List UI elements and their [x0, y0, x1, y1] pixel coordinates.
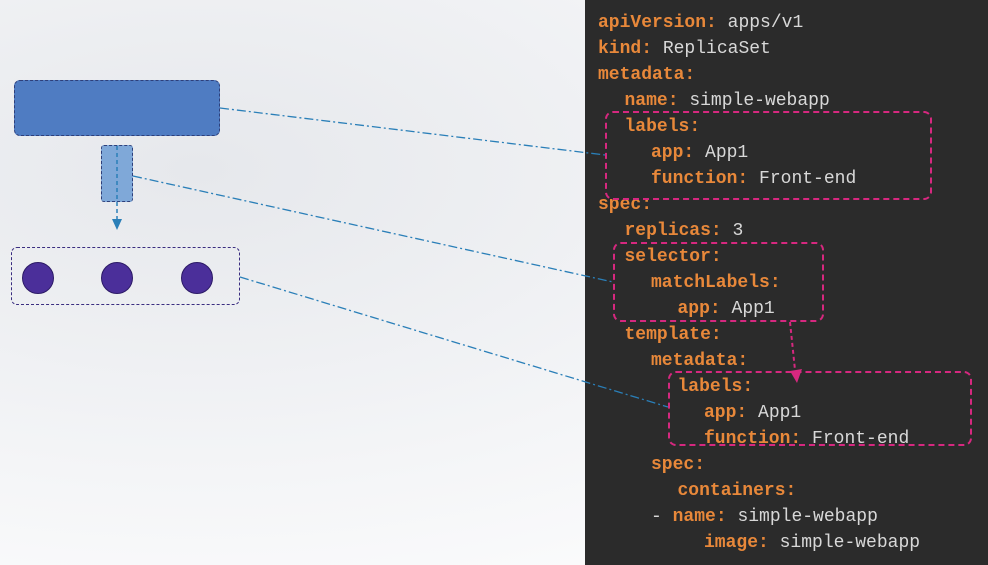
yaml-colon: :: [710, 221, 722, 241]
yaml-line: - name: simple-webapp: [651, 504, 878, 530]
replicaset-box: [14, 80, 220, 136]
metadata-labels-highlight: [605, 111, 932, 200]
yaml-key: metadata: [598, 65, 685, 85]
yaml-key: containers: [677, 481, 786, 501]
template-labels-highlight: [668, 371, 972, 446]
yaml-key: spec: [651, 455, 695, 475]
yaml-line: apiVersion: apps/v1: [598, 10, 803, 36]
yaml-value: ReplicaSet: [652, 39, 771, 59]
yaml-colon: :: [706, 13, 717, 33]
yaml-key: template: [624, 325, 711, 345]
yaml-key: kind: [598, 39, 642, 59]
yaml-line: template:: [625, 322, 722, 348]
yaml-line: replicas: 3: [625, 218, 744, 244]
yaml-colon: :: [667, 91, 679, 111]
yaml-colon: :: [684, 65, 696, 85]
selector-box: [101, 145, 133, 202]
yaml-colon: :: [710, 325, 722, 345]
yaml-key: image: [704, 533, 759, 553]
connector-replicaset-to-labels: [219, 107, 606, 156]
selector-highlight: [613, 242, 824, 322]
yaml-colon: :: [715, 507, 727, 527]
diagram-canvas: apiVersion: apps/v1 kind: ReplicaSet metad…: [0, 0, 988, 565]
yaml-key: name: [672, 507, 716, 527]
yaml-line: spec:: [651, 452, 705, 478]
yaml-value: simple-webapp: [726, 507, 878, 527]
yaml-line: metadata:: [598, 62, 695, 88]
yaml-value: simple-webapp: [768, 533, 921, 553]
yaml-line: image: simple-webapp: [704, 530, 920, 556]
yaml-key: name: [624, 91, 668, 111]
yaml-value: simple-webapp: [678, 91, 830, 111]
yaml-value: 3: [721, 221, 744, 241]
yaml-colon: :: [641, 39, 653, 59]
yaml-colon: :: [758, 533, 769, 553]
yaml-value: apps/v1: [716, 13, 804, 33]
pod-circle: [101, 262, 133, 294]
yaml-colon: :: [737, 351, 749, 371]
yaml-colon: :: [785, 481, 797, 501]
yaml-key: apiVersion: [598, 13, 707, 33]
selector-to-pods-arrowhead: [112, 219, 122, 230]
yaml-colon: :: [694, 455, 706, 475]
pod-circle: [22, 262, 54, 294]
pod-circle: [181, 262, 213, 294]
yaml-line: containers:: [678, 478, 797, 504]
yaml-line: kind: ReplicaSet: [598, 36, 771, 62]
yaml-list-dash: -: [651, 507, 673, 527]
yaml-key: replicas: [624, 221, 711, 241]
yaml-key: metadata: [651, 351, 738, 371]
